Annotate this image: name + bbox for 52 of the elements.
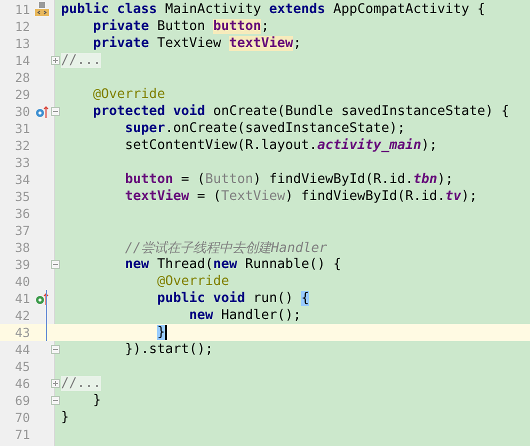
line-number: 70 <box>14 410 30 425</box>
expand-fold-icon[interactable] <box>50 56 60 65</box>
code-line: new Thread(new Runnable() { <box>124 257 342 272</box>
line-number: 38 <box>14 240 30 255</box>
code-line: private TextView textView; <box>92 36 302 51</box>
code-editor[interactable] <box>0 0 530 446</box>
line-number: 30 <box>14 104 30 119</box>
line-number: 40 <box>14 274 30 289</box>
line-number: 12 <box>14 19 30 34</box>
line-number: 46 <box>14 376 30 391</box>
code-line: new Handler(); <box>188 308 302 323</box>
line-number: 43 <box>14 325 30 340</box>
line-number: 14 <box>14 53 30 68</box>
expand-fold-icon[interactable] <box>50 379 60 388</box>
line-number: 11 <box>14 2 30 17</box>
code-line: button = (Button) findViewById(R.id.tbn); <box>124 172 454 187</box>
line-number: 41 <box>14 291 30 306</box>
collapse-fold-icon[interactable] <box>50 260 60 269</box>
code-line: } <box>61 410 70 425</box>
code-line: public class MainActivity extends AppCompatActivity { <box>61 2 486 17</box>
collapse-fold-icon[interactable] <box>50 396 60 405</box>
code-line: } <box>92 393 102 408</box>
line-number: 37 <box>14 223 30 238</box>
code-line: setContentView(R.layout.activity_main); <box>124 138 438 153</box>
code-line: }).start(); <box>124 342 214 357</box>
line-number: 29 <box>14 87 30 102</box>
line-number: 69 <box>14 393 30 408</box>
line-number: 42 <box>14 308 30 323</box>
line-number: 28 <box>14 70 30 85</box>
collapse-fold-icon[interactable] <box>50 107 60 116</box>
line-number: 44 <box>14 342 30 357</box>
line-number: 39 <box>14 257 30 272</box>
line-number: 36 <box>14 206 30 221</box>
collapse-fold-icon[interactable] <box>50 345 60 354</box>
line-number: 34 <box>14 172 30 187</box>
line-number: 31 <box>14 121 30 136</box>
code-line: public void run() { <box>156 291 310 306</box>
code-line: @Override <box>156 274 230 289</box>
code-line: private Button button; <box>92 19 270 34</box>
line-number: 13 <box>14 36 30 51</box>
line-number: 71 <box>14 427 30 442</box>
line-number: 32 <box>14 138 30 153</box>
line-number: 33 <box>14 155 30 170</box>
code-line: super.onCreate(savedInstanceState); <box>124 121 406 136</box>
code-line: protected void onCreate(Bundle savedInstanceState) { <box>92 104 510 119</box>
class-file-icon <box>35 2 49 17</box>
code-line: @Override <box>92 87 166 102</box>
override-marker-icon[interactable] <box>35 106 49 118</box>
code-line: textView = (TextView) findViewById(R.id.tv); <box>124 189 478 204</box>
line-number: 35 <box>14 189 30 204</box>
code-line: //尝试在子线程中去创建Handler <box>124 240 328 256</box>
line-number: 45 <box>14 359 30 374</box>
